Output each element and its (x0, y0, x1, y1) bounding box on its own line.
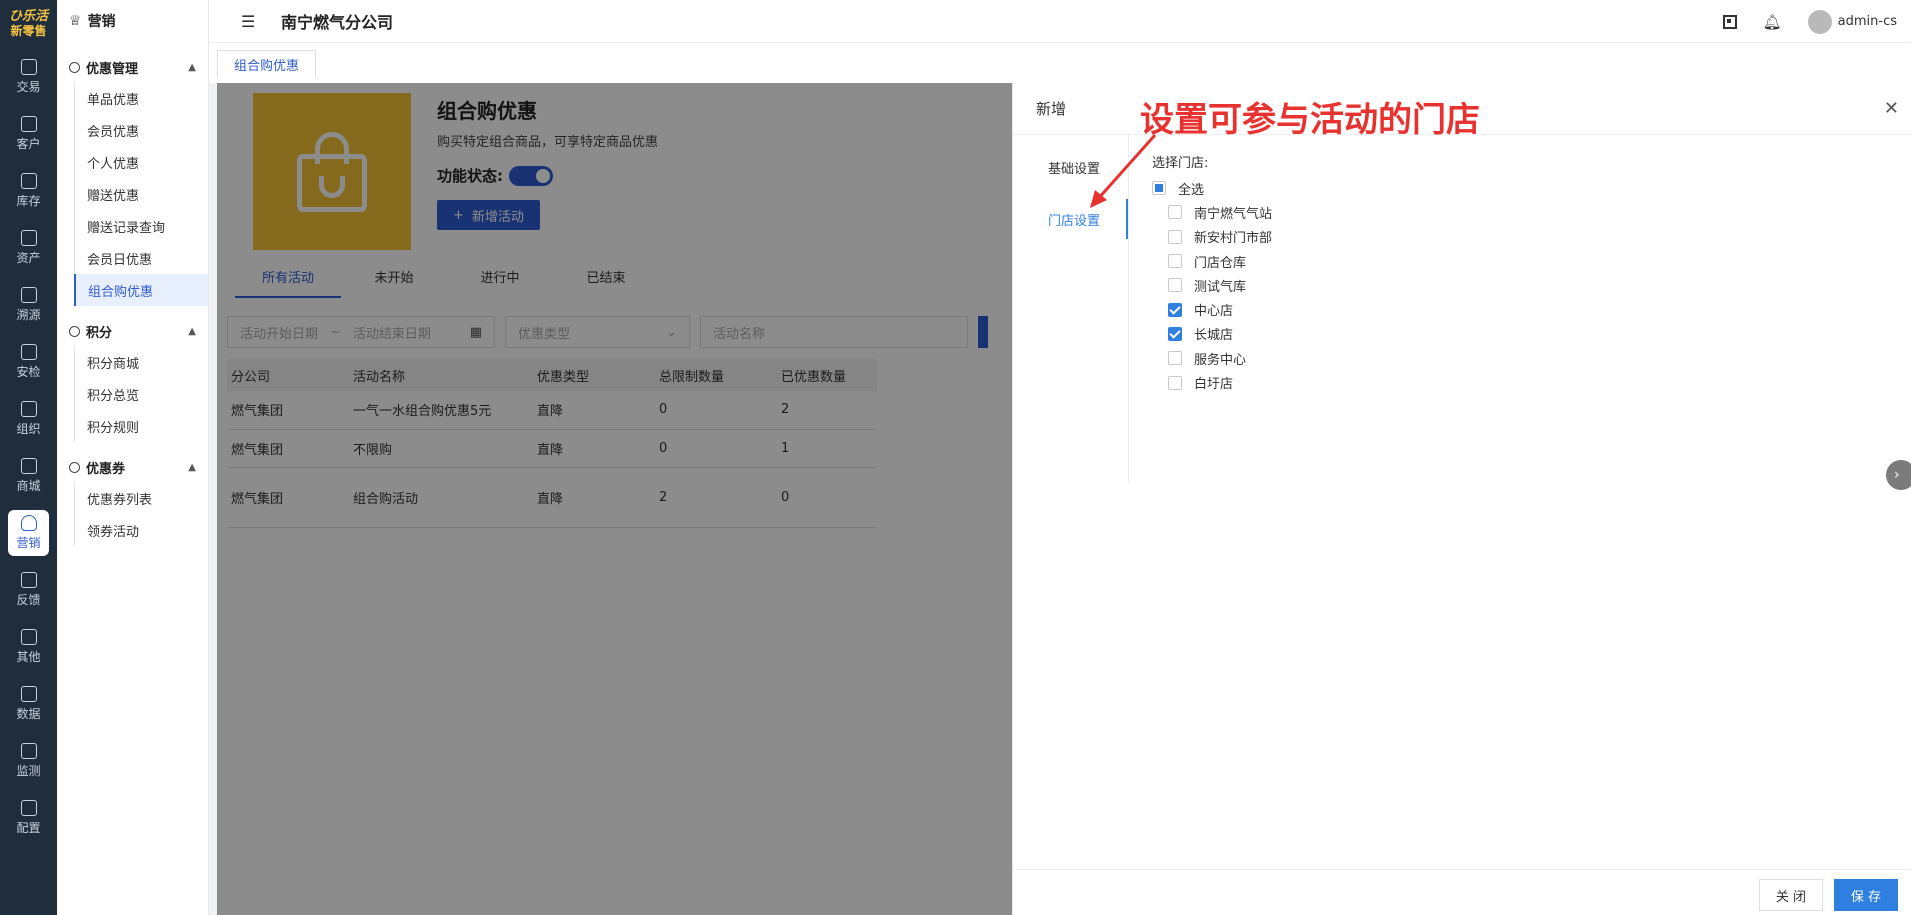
group-icon (69, 61, 80, 73)
sidebar-item[interactable]: 积分商城 (74, 346, 208, 378)
checkbox[interactable] (1168, 278, 1182, 293)
store-option[interactable]: 中心店 (1152, 297, 1272, 321)
chat-icon (20, 571, 37, 588)
page-tab-strip: 组合购优惠 (209, 43, 1911, 83)
chevron-up-icon: ▲ (188, 61, 196, 73)
sidebar-item[interactable]: 赠送记录查询 (74, 210, 208, 242)
rail-item-id-card[interactable]: 客户 (0, 105, 57, 162)
sidebar-group[interactable]: 优惠管理 ▲ (57, 52, 208, 82)
compass-icon (20, 286, 37, 303)
rail-item-shield[interactable]: 安检 (0, 333, 57, 390)
rail-item-chart[interactable]: 数据 (0, 675, 57, 732)
overlay-mask[interactable] (217, 83, 1012, 915)
annotation-arrow (1090, 134, 1157, 208)
brand-logo: ひ乐活 新零售 (8, 9, 48, 39)
checkbox[interactable] (1168, 351, 1182, 366)
annotation-text: 设置可参与活动的门店 (1140, 100, 1480, 140)
store-option[interactable]: 门店仓库 (1152, 249, 1272, 273)
checkbox[interactable] (1168, 326, 1182, 341)
rail-item-bag[interactable]: 交易 (0, 48, 57, 105)
menu-collapse-icon[interactable]: ☰ (241, 12, 261, 31)
sidebar-item[interactable]: 积分规则 (74, 410, 208, 442)
rail-item-puzzle[interactable]: 其他 (0, 618, 57, 675)
chart-icon (20, 685, 37, 702)
checkbox[interactable] (1168, 375, 1182, 390)
sidebar-item[interactable]: 赠送优惠 (74, 178, 208, 210)
chevron-up-icon: ▲ (188, 461, 196, 473)
user-menu[interactable]: admin-cs (1807, 9, 1897, 34)
store-checklist: 全选 南宁燃气气站 新安村门市部 门店仓库 测试气库 中心店 长城店 服务中心 白圩店 (1152, 176, 1272, 395)
sidebar-item[interactable]: 组合购优惠 (74, 274, 208, 306)
qrcode-icon[interactable] (1722, 14, 1737, 29)
sidebar-item[interactable]: 会员优惠 (74, 114, 208, 146)
sidebar-group[interactable]: 优惠券 ▲ (57, 452, 208, 482)
store-option[interactable]: 白圩店 (1152, 370, 1272, 394)
bell-icon[interactable]: 🔔︎ (1763, 13, 1782, 31)
rail-item-alarm[interactable]: 监测 (0, 732, 57, 789)
sidebar-item[interactable]: 个人优惠 (74, 146, 208, 178)
store-option[interactable]: 长城店 (1152, 322, 1272, 346)
sidebar-item[interactable]: 积分总览 (74, 378, 208, 410)
chevron-right-icon[interactable]: › (1886, 460, 1911, 490)
bag-icon (20, 58, 37, 75)
checkbox[interactable] (1168, 254, 1182, 269)
rail-item-trophy[interactable]: 营销 (8, 510, 49, 556)
grid-icon (20, 799, 37, 816)
sidebar-title: ♕ 营销 (69, 13, 116, 30)
rail-item-store[interactable]: 商城 (0, 447, 57, 504)
secondary-sidebar: ♕ 营销 优惠管理 ▲ 单品优惠 会员优惠 个人优惠 赠送优惠 赠送记录查询 会员日优惠 组合购… (57, 0, 209, 915)
store-option[interactable]: 新安村门市部 (1152, 225, 1272, 249)
rail-item-bulb[interactable]: 资产 (0, 219, 57, 276)
checkbox[interactable] (1168, 302, 1182, 317)
checkbox[interactable] (1168, 229, 1182, 244)
close-icon[interactable]: ✕ (1884, 98, 1899, 119)
checkbox[interactable] (1168, 205, 1182, 220)
company-name: 南宁燃气分公司 (281, 13, 394, 32)
sidebar-item[interactable]: 优惠券列表 (74, 482, 208, 514)
alarm-icon (20, 742, 37, 759)
icon-rail: ひ乐活 新零售 交易 客户 库存 资产 溯源 安检 组织 商城营销反馈 其他 数据 监测 配置 (0, 0, 57, 915)
bulb-icon (20, 229, 37, 246)
rail-item-compass[interactable]: 溯源 (0, 276, 57, 333)
store-option[interactable]: 服务中心 (1152, 346, 1272, 370)
puzzle-icon (20, 628, 37, 645)
trophy-icon (20, 515, 37, 531)
org-icon (20, 400, 37, 417)
store-icon (20, 457, 37, 474)
sidebar-group[interactable]: 积分 ▲ (57, 316, 208, 346)
trophy-icon: ♕ (69, 13, 82, 29)
store-option[interactable]: 南宁燃气气站 (1152, 200, 1272, 224)
sidebar-item[interactable]: 单品优惠 (74, 82, 208, 114)
rail-item-list[interactable]: 库存 (0, 162, 57, 219)
tab-combo-discount[interactable]: 组合购优惠 (217, 50, 317, 78)
select-store-label: 选择门店: (1152, 156, 1209, 171)
shield-icon (20, 343, 37, 360)
close-button[interactable]: 关 闭 (1759, 879, 1823, 911)
rail-item-grid[interactable]: 配置 (0, 789, 57, 846)
save-button[interactable]: 保 存 (1834, 879, 1898, 911)
group-icon (69, 461, 80, 473)
drawer-footer: 关 闭 保 存 (1013, 869, 1911, 915)
sidebar-item[interactable]: 会员日优惠 (74, 242, 208, 274)
chevron-up-icon: ▲ (188, 325, 196, 337)
store-option[interactable]: 测试气库 (1152, 273, 1272, 297)
rail-item-chat[interactable]: 反馈 (0, 561, 57, 618)
id-card-icon (20, 115, 37, 132)
rail-item-org[interactable]: 组织 (0, 390, 57, 447)
select-all-checkbox[interactable]: 全选 (1152, 176, 1272, 200)
topbar: ☰ 南宁燃气分公司 🔔︎ admin-cs (209, 0, 1911, 43)
sidebar-item[interactable]: 领券活动 (74, 514, 208, 546)
avatar (1807, 9, 1832, 34)
list-icon (20, 172, 37, 189)
group-icon (69, 325, 80, 337)
